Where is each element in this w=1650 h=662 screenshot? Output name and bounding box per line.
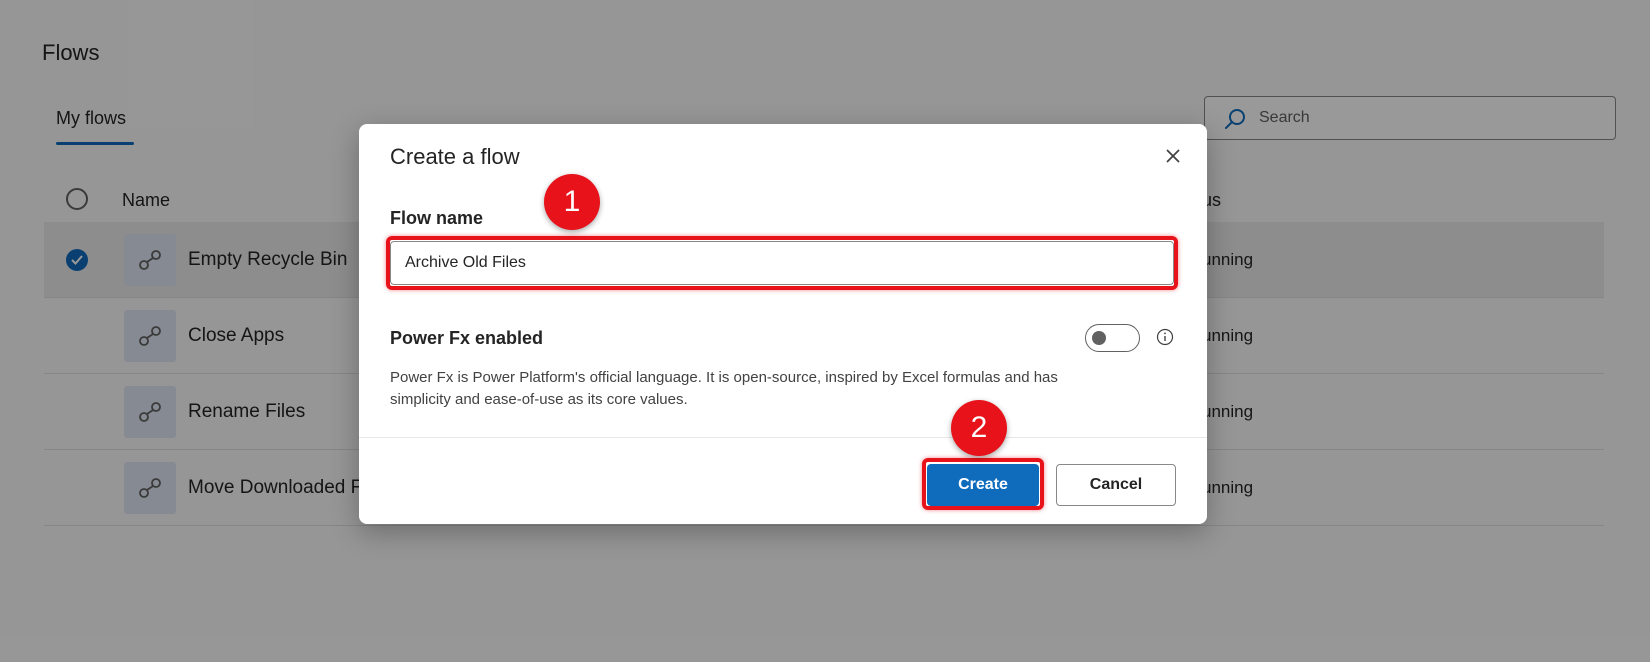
create-flow-dialog: Create a flow Flow name Power Fx enabled… (359, 124, 1207, 524)
step-badge-1: 1 (544, 174, 600, 230)
toggle-knob (1092, 331, 1106, 345)
flow-name-label: Flow name (390, 208, 484, 228)
cancel-button[interactable]: Cancel (1056, 464, 1176, 506)
dialog-title: Create a flow (390, 144, 520, 169)
info-icon[interactable] (1156, 328, 1174, 346)
power-fx-description: Power Fx is Power Platform's official la… (390, 369, 1058, 408)
power-fx-label: Power Fx enabled (390, 328, 544, 348)
flow-name-input[interactable] (390, 241, 1174, 285)
close-icon[interactable] (1161, 144, 1185, 168)
dialog-footer-divider (359, 437, 1207, 438)
create-button[interactable]: Create (927, 464, 1039, 506)
power-fx-toggle[interactable] (1085, 324, 1140, 352)
step-badge-2: 2 (951, 400, 1007, 456)
